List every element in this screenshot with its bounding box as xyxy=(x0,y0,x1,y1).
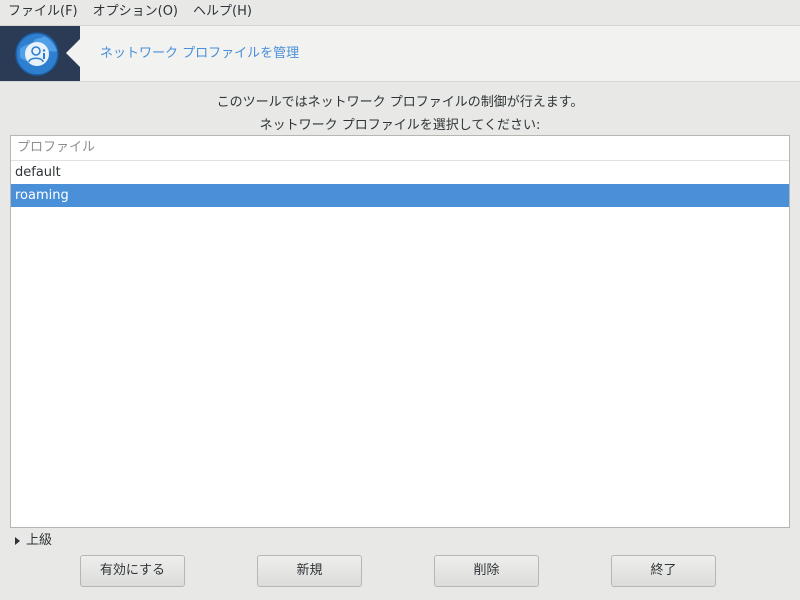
network-profile-globe-icon xyxy=(15,32,59,76)
list-item-roaming[interactable]: roaming xyxy=(11,184,789,207)
banner-notch xyxy=(66,39,80,67)
new-button[interactable]: 新規 xyxy=(257,555,362,587)
banner-logo-panel xyxy=(0,26,80,81)
menu-file[interactable]: ファイル(F) xyxy=(0,0,85,24)
enable-button[interactable]: 有効にする xyxy=(80,555,185,587)
menu-help[interactable]: ヘルプ(H) xyxy=(185,0,259,24)
advanced-label: 上級 xyxy=(26,533,53,548)
advanced-expander[interactable]: 上級 xyxy=(15,532,52,550)
list-item-default[interactable]: default xyxy=(11,161,789,184)
menubar: ファイル(F) オプション(O) ヘルプ(H) xyxy=(0,0,800,24)
menu-options[interactable]: オプション(O) xyxy=(85,0,185,24)
description-line-2: ネットワーク プロファイルを選択してください: xyxy=(259,118,541,133)
banner: ネットワーク プロファイルを管理 xyxy=(0,25,800,82)
quit-button[interactable]: 終了 xyxy=(611,555,716,587)
delete-button[interactable]: 削除 xyxy=(434,555,539,587)
description-line-1: このツールではネットワーク プロファイルの制御が行えます。 xyxy=(216,95,584,110)
expander-arrow-icon xyxy=(15,537,20,545)
banner-title: ネットワーク プロファイルを管理 xyxy=(100,46,300,61)
profile-list[interactable]: プロファイル default roaming xyxy=(10,135,790,528)
profile-list-header[interactable]: プロファイル xyxy=(11,136,789,161)
